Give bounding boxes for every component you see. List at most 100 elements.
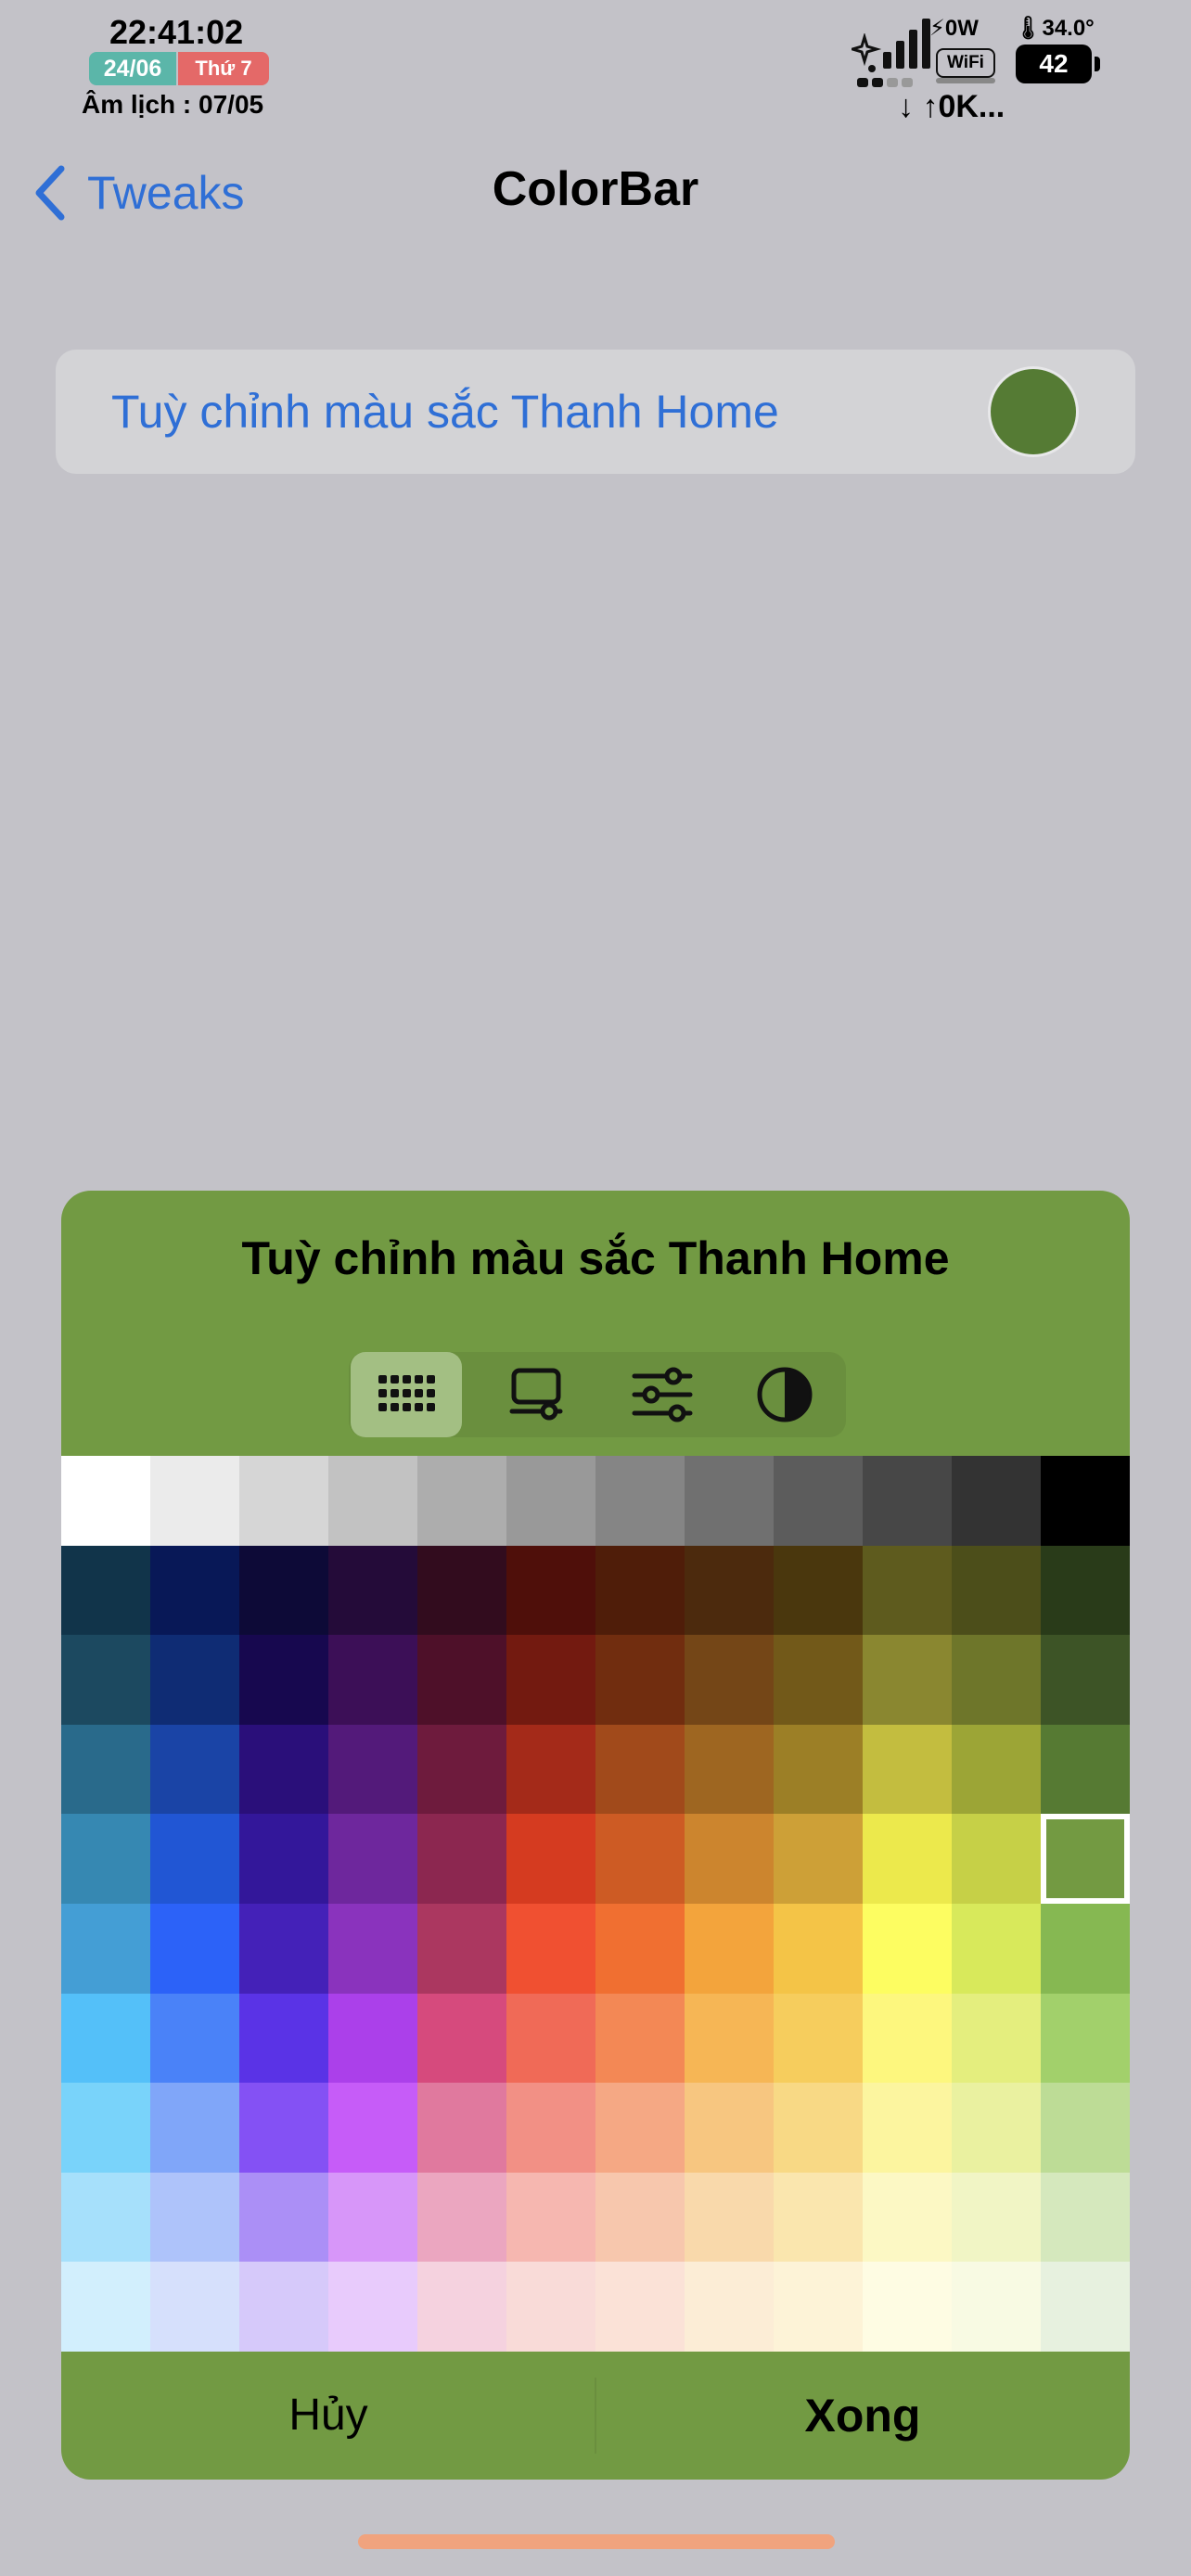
color-cell[interactable] [685, 1904, 775, 1995]
color-cell[interactable] [150, 1814, 240, 1905]
color-cell[interactable] [417, 1456, 507, 1547]
color-cell[interactable] [685, 1456, 775, 1547]
color-cell[interactable] [596, 1904, 685, 1995]
color-cell[interactable] [1041, 1635, 1130, 1726]
color-cell[interactable] [863, 1814, 953, 1905]
color-cell[interactable] [952, 1456, 1042, 1547]
color-cell[interactable] [1041, 2172, 1130, 2263]
color-cell[interactable] [596, 2083, 685, 2174]
color-cell[interactable] [239, 2172, 329, 2263]
color-cell[interactable] [952, 1635, 1042, 1726]
color-cell[interactable] [952, 1814, 1042, 1905]
color-cell[interactable] [685, 2172, 775, 2263]
color-cell[interactable] [596, 1456, 685, 1547]
color-cell[interactable] [506, 2083, 596, 2174]
color-cell[interactable] [952, 1724, 1042, 1815]
done-button[interactable]: Xong [596, 2352, 1130, 2480]
color-cell[interactable] [506, 1814, 596, 1905]
color-cell[interactable] [417, 1814, 507, 1905]
color-cell[interactable] [952, 1545, 1042, 1636]
color-cell[interactable] [150, 1993, 240, 2084]
color-cell[interactable] [863, 1635, 953, 1726]
color-cell[interactable] [61, 1456, 151, 1547]
color-cell[interactable] [328, 1993, 418, 2084]
color-cell[interactable] [685, 1993, 775, 2084]
color-cell[interactable] [863, 1724, 953, 1815]
color-cell[interactable] [952, 2083, 1042, 2174]
color-cell[interactable] [596, 2262, 685, 2353]
color-cell[interactable] [1041, 1724, 1130, 1815]
color-cell[interactable] [1041, 2083, 1130, 2174]
color-cell[interactable] [328, 2083, 418, 2174]
color-cell[interactable] [774, 1993, 864, 2084]
sliders-tab[interactable] [603, 1352, 714, 1437]
color-cell[interactable] [61, 1993, 151, 2084]
color-cell[interactable] [596, 2172, 685, 2263]
color-cell[interactable] [150, 2172, 240, 2263]
color-cell[interactable] [150, 1904, 240, 1995]
color-cell[interactable] [239, 1635, 329, 1726]
color-cell[interactable] [150, 1635, 240, 1726]
color-cell[interactable] [150, 1545, 240, 1636]
color-cell[interactable] [239, 1814, 329, 1905]
color-cell[interactable] [239, 2083, 329, 2174]
color-cell[interactable] [417, 2172, 507, 2263]
color-cell[interactable] [863, 2172, 953, 2263]
color-cell[interactable] [239, 2262, 329, 2353]
color-cell[interactable] [328, 1904, 418, 1995]
color-cell[interactable] [685, 2262, 775, 2353]
color-cell[interactable] [328, 2262, 418, 2353]
color-cell[interactable] [863, 2083, 953, 2174]
color-cell[interactable] [506, 1545, 596, 1636]
color-cell[interactable] [239, 1724, 329, 1815]
color-cell[interactable] [685, 2083, 775, 2174]
color-cell[interactable] [417, 1635, 507, 1726]
color-cell[interactable] [506, 1635, 596, 1726]
color-cell[interactable] [596, 1635, 685, 1726]
color-cell[interactable] [863, 1456, 953, 1547]
spectrum-tab[interactable] [477, 1352, 588, 1437]
color-cell[interactable] [863, 1904, 953, 1995]
color-cell[interactable] [685, 1814, 775, 1905]
color-cell[interactable] [774, 1904, 864, 1995]
color-cell[interactable] [774, 1724, 864, 1815]
color-cell[interactable] [506, 1456, 596, 1547]
color-cell[interactable] [952, 1904, 1042, 1995]
opacity-tab[interactable] [729, 1352, 840, 1437]
color-cell[interactable] [506, 1993, 596, 2084]
color-cell[interactable] [61, 1545, 151, 1636]
color-cell[interactable] [239, 1545, 329, 1636]
color-cell[interactable] [506, 1724, 596, 1815]
color-cell[interactable] [1041, 2262, 1130, 2353]
color-cell[interactable] [150, 1724, 240, 1815]
color-cell[interactable] [596, 1724, 685, 1815]
color-cell[interactable] [61, 1724, 151, 1815]
color-cell[interactable] [952, 2172, 1042, 2263]
color-cell[interactable] [774, 1456, 864, 1547]
color-cell[interactable] [952, 1993, 1042, 2084]
color-cell[interactable] [61, 1904, 151, 1995]
color-cell[interactable] [506, 2262, 596, 2353]
color-cell[interactable] [239, 1456, 329, 1547]
color-cell[interactable] [417, 2262, 507, 2353]
color-cell[interactable] [61, 1814, 151, 1905]
color-cell[interactable] [61, 1635, 151, 1726]
color-cell[interactable] [328, 1814, 418, 1905]
color-cell[interactable] [1041, 1456, 1130, 1547]
color-cell[interactable] [685, 1635, 775, 1726]
color-cell[interactable] [328, 2172, 418, 2263]
color-cell[interactable] [506, 1904, 596, 1995]
color-cell[interactable] [774, 1814, 864, 1905]
color-cell[interactable] [685, 1724, 775, 1815]
color-cell[interactable] [863, 1993, 953, 2084]
color-cell[interactable] [61, 2172, 151, 2263]
grid-tab[interactable] [351, 1352, 462, 1437]
color-cell[interactable] [417, 1545, 507, 1636]
color-cell[interactable] [1041, 1545, 1130, 1636]
color-cell[interactable] [774, 1545, 864, 1636]
color-cell[interactable] [863, 1545, 953, 1636]
color-cell[interactable] [150, 1456, 240, 1547]
color-cell[interactable] [596, 1545, 685, 1636]
color-cell[interactable] [328, 1724, 418, 1815]
home-bar-color-row[interactable]: Tuỳ chỉnh màu sắc Thanh Home [56, 350, 1135, 474]
